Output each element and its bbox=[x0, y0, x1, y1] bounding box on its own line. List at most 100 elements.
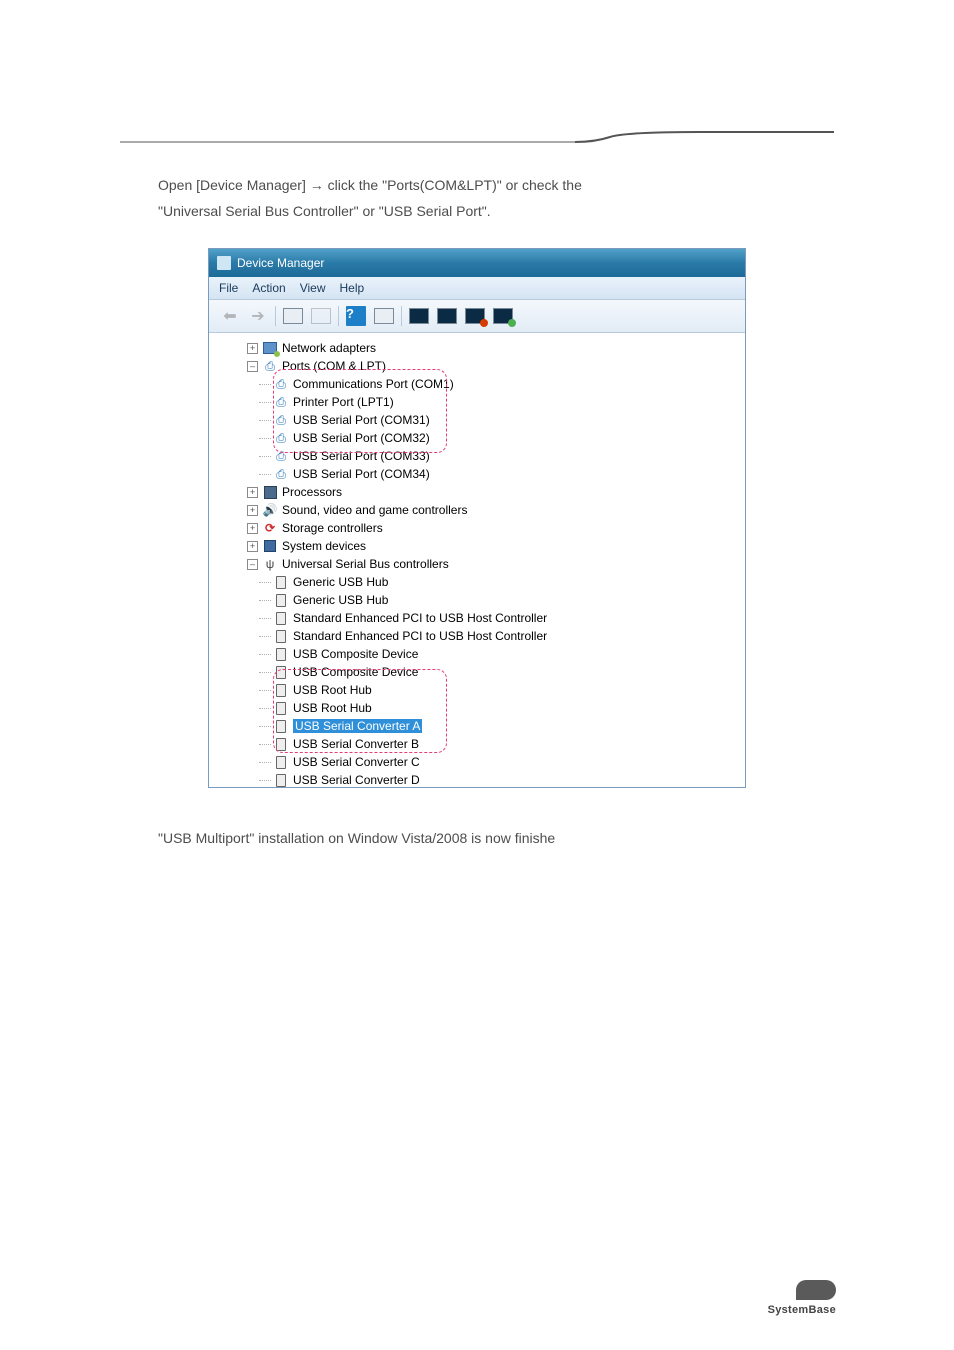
tree-label: USB Serial Port (COM31) bbox=[293, 413, 430, 427]
port-icon: ⎙ bbox=[273, 431, 289, 445]
window-icon bbox=[217, 256, 231, 270]
arrow-right-icon: ➔ bbox=[251, 306, 264, 326]
tree-node-composite-1[interactable]: USB Composite Device bbox=[273, 645, 745, 663]
tree-label: Storage controllers bbox=[282, 521, 383, 535]
tree-node-ports[interactable]: – ⎙ Ports (COM & LPT) bbox=[247, 357, 745, 375]
tree-label: USB Serial Converter D bbox=[293, 773, 420, 787]
tree-label: Sound, video and game controllers bbox=[282, 503, 467, 517]
menu-bar: File Action View Help bbox=[209, 277, 745, 300]
enable-icon bbox=[493, 308, 513, 324]
tree-label: USB Composite Device bbox=[293, 647, 418, 661]
tree-label: USB Root Hub bbox=[293, 701, 372, 715]
tree-node-network-adapters[interactable]: + Network adapters bbox=[247, 339, 745, 357]
usb-device-icon bbox=[273, 611, 289, 625]
tree-node-com34[interactable]: ⎙ USB Serial Port (COM34) bbox=[273, 465, 745, 483]
uninstall-icon bbox=[437, 308, 457, 324]
header-swoosh-icon bbox=[120, 130, 834, 154]
usb-device-icon bbox=[273, 593, 289, 607]
tree-node-sound[interactable]: + 🔊 Sound, video and game controllers bbox=[247, 501, 745, 519]
toolbar-computer-button[interactable] bbox=[280, 303, 306, 329]
expand-icon[interactable]: + bbox=[247, 523, 258, 534]
properties-icon bbox=[311, 308, 331, 324]
usb-device-icon bbox=[273, 647, 289, 661]
storage-icon: ⟳ bbox=[262, 521, 278, 535]
port-icon: ⎙ bbox=[273, 467, 289, 481]
port-icon: ⎙ bbox=[273, 449, 289, 463]
tree-node-pci-host-2[interactable]: Standard Enhanced PCI to USB Host Contro… bbox=[273, 627, 745, 645]
collapse-icon[interactable]: – bbox=[247, 559, 258, 570]
network-icon bbox=[262, 341, 278, 355]
tree-node-converter-a[interactable]: USB Serial Converter A bbox=[273, 717, 745, 735]
tree-node-processors[interactable]: + Processors bbox=[247, 483, 745, 501]
toolbar-help-button[interactable]: ? bbox=[343, 303, 369, 329]
toolbar-separator bbox=[401, 306, 402, 326]
toolbar-back-button[interactable]: ⬅ bbox=[217, 303, 243, 329]
expand-icon[interactable]: + bbox=[247, 343, 258, 354]
usb-device-icon bbox=[273, 719, 289, 733]
collapse-icon[interactable]: – bbox=[247, 361, 258, 372]
tree-node-generic-hub-1[interactable]: Generic USB Hub bbox=[273, 573, 745, 591]
toolbar-disable-button[interactable] bbox=[462, 303, 488, 329]
tree-node-storage[interactable]: + ⟳ Storage controllers bbox=[247, 519, 745, 537]
menu-view[interactable]: View bbox=[300, 281, 326, 295]
usb-device-icon bbox=[273, 683, 289, 697]
toolbar-uninstall-button[interactable] bbox=[434, 303, 460, 329]
tree-node-root-hub-1[interactable]: USB Root Hub bbox=[273, 681, 745, 699]
tool-bar: ⬅ ➔ ? bbox=[209, 300, 745, 333]
intro-line-2: "Universal Serial Bus Controller" or "US… bbox=[158, 203, 491, 219]
tree-label: USB Serial Converter B bbox=[293, 737, 419, 751]
tree-label: USB Serial Port (COM34) bbox=[293, 467, 430, 481]
expand-icon[interactable]: + bbox=[247, 541, 258, 552]
tree-node-pci-host-1[interactable]: Standard Enhanced PCI to USB Host Contro… bbox=[273, 609, 745, 627]
tree-label: USB Serial Port (COM33) bbox=[293, 449, 430, 463]
expand-icon[interactable]: + bbox=[247, 505, 258, 516]
port-icon: ⎙ bbox=[273, 395, 289, 409]
toolbar-properties-button[interactable] bbox=[308, 303, 334, 329]
device-tree: + Network adapters – ⎙ Ports (COM & LPT)… bbox=[209, 333, 745, 795]
disable-icon bbox=[465, 308, 485, 324]
tree-node-root-hub-2[interactable]: USB Root Hub bbox=[273, 699, 745, 717]
usb-device-icon bbox=[273, 737, 289, 751]
menu-file[interactable]: File bbox=[219, 281, 238, 295]
monitor-icon bbox=[283, 308, 303, 324]
tree-node-com1[interactable]: ⎙ Communications Port (COM1) bbox=[273, 375, 745, 393]
menu-action[interactable]: Action bbox=[252, 281, 285, 295]
tree-label-selected: USB Serial Converter A bbox=[293, 719, 422, 733]
tree-node-composite-2[interactable]: USB Composite Device bbox=[273, 663, 745, 681]
page-number-badge bbox=[796, 1280, 836, 1300]
menu-help[interactable]: Help bbox=[340, 281, 365, 295]
usb-device-icon bbox=[273, 755, 289, 769]
tree-label: System devices bbox=[282, 539, 366, 553]
expand-icon[interactable]: + bbox=[247, 487, 258, 498]
tree-node-usb-controllers[interactable]: – ψ Universal Serial Bus controllers bbox=[247, 555, 745, 573]
tree-node-converter-b[interactable]: USB Serial Converter B bbox=[273, 735, 745, 753]
update-driver-icon bbox=[409, 308, 429, 324]
tree-node-com32[interactable]: ⎙ USB Serial Port (COM32) bbox=[273, 429, 745, 447]
usb-device-icon bbox=[273, 701, 289, 715]
tree-node-lpt1[interactable]: ⎙ Printer Port (LPT1) bbox=[273, 393, 745, 411]
toolbar-update-button[interactable] bbox=[406, 303, 432, 329]
tree-label: Standard Enhanced PCI to USB Host Contro… bbox=[293, 611, 547, 625]
usb-device-icon bbox=[273, 665, 289, 679]
help-icon: ? bbox=[346, 306, 366, 326]
usb-device-icon bbox=[273, 773, 289, 787]
tree-label: Standard Enhanced PCI to USB Host Contro… bbox=[293, 629, 547, 643]
usb-icon: ψ bbox=[262, 557, 278, 571]
toolbar-enable-button[interactable] bbox=[490, 303, 516, 329]
window-title: Device Manager bbox=[237, 256, 324, 270]
tree-node-com33[interactable]: ⎙ USB Serial Port (COM33) bbox=[273, 447, 745, 465]
tree-label: Universal Serial Bus controllers bbox=[282, 557, 449, 571]
closing-paragraph: "USB Multiport" installation on Window V… bbox=[158, 830, 796, 846]
toolbar-scan-button[interactable] bbox=[371, 303, 397, 329]
tree-node-converter-d[interactable]: USB Serial Converter D bbox=[273, 771, 745, 789]
device-manager-window: Device Manager File Action View Help ⬅ ➔… bbox=[208, 248, 746, 788]
tree-label: USB Serial Converter C bbox=[293, 755, 420, 769]
tree-node-generic-hub-2[interactable]: Generic USB Hub bbox=[273, 591, 745, 609]
ports-icon: ⎙ bbox=[262, 359, 278, 373]
toolbar-separator bbox=[275, 306, 276, 326]
toolbar-forward-button[interactable]: ➔ bbox=[245, 303, 271, 329]
tree-node-converter-c[interactable]: USB Serial Converter C bbox=[273, 753, 745, 771]
arrow-left-icon: ⬅ bbox=[223, 306, 236, 326]
tree-node-system-devices[interactable]: + System devices bbox=[247, 537, 745, 555]
tree-node-com31[interactable]: ⎙ USB Serial Port (COM31) bbox=[273, 411, 745, 429]
